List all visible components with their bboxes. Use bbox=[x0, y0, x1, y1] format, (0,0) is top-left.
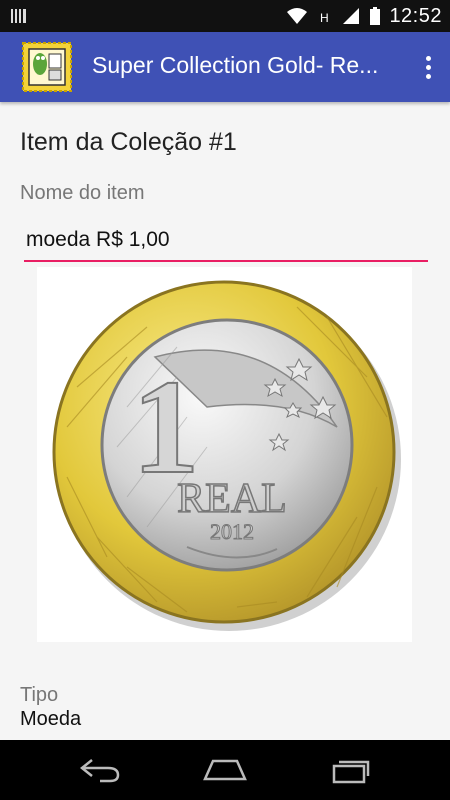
data-h-icon: H bbox=[320, 11, 329, 25]
dot-icon bbox=[425, 64, 431, 70]
item-name-input[interactable] bbox=[24, 222, 428, 262]
content-scroll[interactable]: Item da Coleção #1 Nome do item moeda R$… bbox=[0, 102, 450, 740]
app-title: Super Collection Gold- Re... bbox=[92, 52, 379, 78]
recents-button[interactable] bbox=[322, 754, 382, 786]
tipo-label: Tipo bbox=[20, 684, 59, 706]
dot-icon bbox=[425, 55, 431, 61]
page-heading: Item da Coleção #1 bbox=[20, 128, 237, 156]
name-label: Nome do item bbox=[20, 182, 145, 204]
home-button[interactable] bbox=[195, 754, 255, 786]
status-bar: H 12:52 bbox=[0, 0, 450, 32]
back-button[interactable] bbox=[70, 754, 130, 786]
signal-icon bbox=[343, 8, 360, 24]
tipo-value[interactable]: Moeda bbox=[20, 708, 81, 731]
battery-icon bbox=[370, 7, 381, 25]
dot-icon bbox=[425, 73, 431, 79]
coin-text: REAL bbox=[177, 476, 287, 522]
home-icon bbox=[203, 759, 247, 781]
svg-text:H: H bbox=[320, 11, 329, 25]
wifi-icon bbox=[287, 8, 308, 24]
recents-icon bbox=[332, 760, 370, 784]
navigation-bar bbox=[0, 740, 450, 800]
coin-illustration: 1 REAL 2012 bbox=[52, 280, 401, 631]
coin-year: 2012 bbox=[210, 519, 254, 544]
back-icon bbox=[79, 759, 120, 783]
overflow-menu-button[interactable] bbox=[418, 52, 438, 82]
app-logo-icon bbox=[22, 42, 72, 92]
clock: 12:52 bbox=[389, 4, 442, 27]
app-bar: Super Collection Gold- Re... bbox=[0, 32, 450, 102]
barcode-icon bbox=[11, 9, 26, 23]
coin-image[interactable]: 1 REAL 2012 bbox=[37, 267, 412, 642]
